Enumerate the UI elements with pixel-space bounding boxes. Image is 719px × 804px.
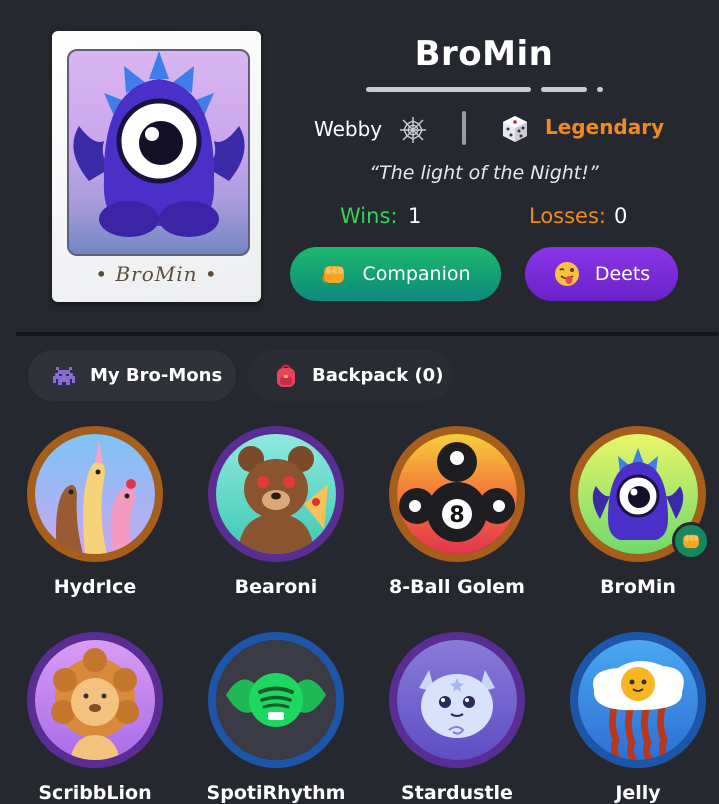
bearoni-portrait-icon <box>216 434 336 554</box>
jelly-portrait-icon <box>578 640 698 760</box>
rarity-ring: 8 <box>389 426 525 562</box>
bro-mon-name: SpotiRhythm <box>206 782 346 804</box>
dice-icon <box>503 116 527 142</box>
bro-mon-name: ScribbLion <box>38 782 152 804</box>
companion-badge <box>672 522 710 560</box>
level-bar-segment <box>541 87 587 92</box>
bro-mon-item[interactable]: Bearoni <box>196 426 356 598</box>
rarity-label: Legendary <box>545 115 665 139</box>
rarity-ring <box>208 426 344 562</box>
rarity-ring <box>389 632 525 768</box>
tab-my-bro-mons[interactable]: My Bro-Mons <box>28 350 236 401</box>
bro-mon-name: Jelly <box>615 782 661 804</box>
companion-button-label: Companion <box>362 263 471 285</box>
level-bar-segment <box>597 87 603 92</box>
monster-name: BroMin <box>414 34 554 74</box>
rarity-ring <box>570 426 710 562</box>
space-invader-icon <box>53 366 75 385</box>
bro-mon-item[interactable]: SpotiRhythm <box>196 632 356 804</box>
bro-mon-item[interactable]: Jelly <box>558 632 718 804</box>
deets-button-label: Deets <box>594 263 651 285</box>
card-caption: • BroMin • <box>95 262 218 286</box>
eight-ball-golem-portrait-icon: 8 <box>397 434 517 554</box>
level-bar-segment <box>366 87 531 92</box>
fist-icon <box>322 266 345 283</box>
companion-button[interactable]: Companion <box>290 247 501 301</box>
rarity-ring <box>27 426 163 562</box>
rarity-ring <box>208 632 344 768</box>
wins-label: Wins: <box>340 204 398 228</box>
rarity-ring <box>27 632 163 768</box>
bro-mon-item[interactable]: ScribbLion <box>15 632 175 804</box>
losses-label: Losses: <box>529 204 606 228</box>
rarity-ring <box>570 632 706 768</box>
tab-backpack[interactable]: Backpack (0) <box>248 350 452 401</box>
tab-backpack-label: Backpack (0) <box>312 365 444 386</box>
bro-mon-item[interactable]: Stardustle <box>377 632 537 804</box>
bro-mon-item[interactable]: HydrIce <box>15 426 175 598</box>
scribblion-portrait-icon <box>35 640 155 760</box>
bro-mon-item[interactable]: 8 8-Ball Golem <box>377 426 537 598</box>
bromon-profile-screen: • BroMin • BroMin Webby Legendary “The l… <box>0 0 719 804</box>
monster-quote: “The light of the Night!” <box>369 162 599 184</box>
bro-mon-name: 8-Ball Golem <box>389 576 525 598</box>
wins-count: 1 <box>408 204 422 228</box>
tongue-face-icon <box>554 262 579 286</box>
fist-icon <box>683 534 699 549</box>
stardustle-portrait-icon <box>397 640 517 760</box>
backpack-icon <box>277 364 295 387</box>
section-divider <box>16 332 719 336</box>
bro-mon-name: Bearoni <box>234 576 318 598</box>
losses-count: 0 <box>614 204 628 228</box>
bro-mon-name: BroMin <box>600 576 676 598</box>
tab-my-bro-mons-label: My Bro-Mons <box>90 365 223 386</box>
spotirhythm-portrait-icon <box>216 640 336 760</box>
spider-web-icon <box>400 117 426 143</box>
type-label: Webby <box>314 117 383 141</box>
info-divider <box>462 111 466 145</box>
monster-card-art <box>67 49 250 256</box>
bromin-art-icon <box>73 51 245 237</box>
bro-mon-name: HydrIce <box>53 576 137 598</box>
svg-text:8: 8 <box>449 503 464 528</box>
bro-mon-name: Stardustle <box>401 782 513 804</box>
deets-button[interactable]: Deets <box>525 247 678 301</box>
bro-mon-item[interactable]: BroMin <box>558 426 718 598</box>
hydrice-portrait-icon <box>35 434 155 554</box>
